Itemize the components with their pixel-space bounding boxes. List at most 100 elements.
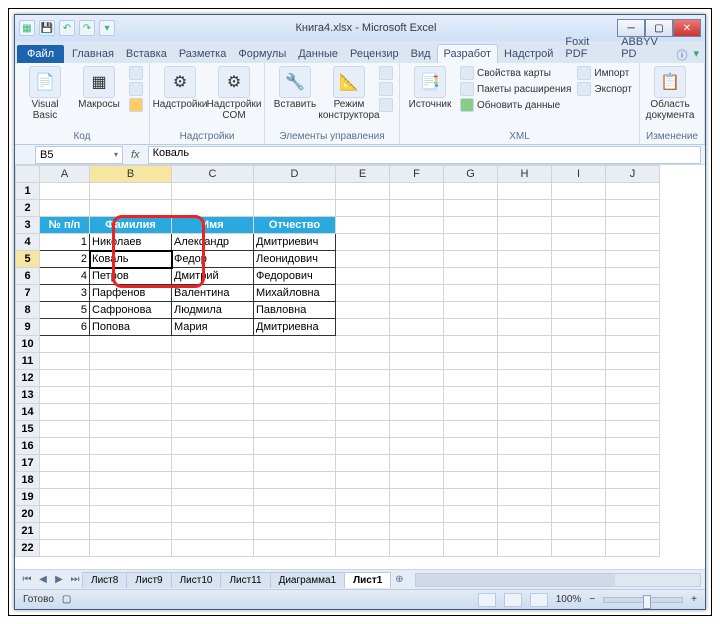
macro-record-icon[interactable]: ▢ xyxy=(62,594,71,605)
cell[interactable] xyxy=(90,540,172,557)
cell[interactable]: Дмитрий xyxy=(172,268,254,285)
sheet-nav-next[interactable]: ▶ xyxy=(51,572,67,588)
cell[interactable] xyxy=(606,370,660,387)
cell[interactable] xyxy=(390,540,444,557)
tab-formulas[interactable]: Формулы xyxy=(232,45,292,63)
cell[interactable] xyxy=(498,319,552,336)
formula-input[interactable]: Коваль xyxy=(148,146,701,164)
cell[interactable] xyxy=(444,421,498,438)
cell[interactable] xyxy=(172,540,254,557)
cell[interactable] xyxy=(552,387,606,404)
cell[interactable] xyxy=(336,506,390,523)
cell[interactable] xyxy=(40,438,90,455)
cell[interactable] xyxy=(444,200,498,217)
row-header[interactable]: 19 xyxy=(16,489,40,506)
cell[interactable] xyxy=(254,421,336,438)
cell[interactable] xyxy=(90,421,172,438)
cell[interactable] xyxy=(390,523,444,540)
row-header[interactable]: 14 xyxy=(16,404,40,421)
cell[interactable] xyxy=(40,183,90,200)
horizontal-scrollbar[interactable] xyxy=(415,573,701,587)
visual-basic-button[interactable]: 📄 Visual Basic xyxy=(21,66,69,121)
cell[interactable]: 1 xyxy=(40,234,90,251)
cell[interactable] xyxy=(172,438,254,455)
cell[interactable] xyxy=(336,183,390,200)
cell[interactable] xyxy=(552,370,606,387)
cell[interactable] xyxy=(606,455,660,472)
cell[interactable] xyxy=(498,251,552,268)
cell[interactable] xyxy=(552,234,606,251)
tab-review[interactable]: Рецензир xyxy=(344,45,405,63)
cell[interactable] xyxy=(172,200,254,217)
cell[interactable] xyxy=(336,387,390,404)
cell[interactable]: Дмитриевич xyxy=(254,234,336,251)
cell[interactable] xyxy=(606,438,660,455)
row-header[interactable]: 18 xyxy=(16,472,40,489)
cell[interactable] xyxy=(336,336,390,353)
cell[interactable] xyxy=(254,336,336,353)
cell[interactable] xyxy=(336,421,390,438)
cell[interactable] xyxy=(336,217,390,234)
cell[interactable] xyxy=(336,200,390,217)
cell[interactable] xyxy=(390,183,444,200)
zoom-out-button[interactable]: − xyxy=(589,594,595,605)
cell[interactable] xyxy=(172,472,254,489)
cell[interactable] xyxy=(336,455,390,472)
cell[interactable] xyxy=(444,268,498,285)
cell[interactable] xyxy=(444,404,498,421)
row-header[interactable]: 2 xyxy=(16,200,40,217)
select-all-corner[interactable] xyxy=(16,166,40,183)
sheet-tab[interactable]: Лист8 xyxy=(82,572,127,588)
cell[interactable] xyxy=(254,370,336,387)
cell[interactable] xyxy=(40,472,90,489)
cell[interactable]: Петров xyxy=(90,268,172,285)
ribbon-collapse-icon[interactable]: ▾ xyxy=(693,47,699,63)
cell[interactable] xyxy=(444,506,498,523)
cell[interactable] xyxy=(254,472,336,489)
cell[interactable]: Отчество xyxy=(254,217,336,234)
tab-data[interactable]: Данные xyxy=(292,45,344,63)
cell[interactable] xyxy=(172,523,254,540)
excel-icon[interactable]: ▦ xyxy=(19,20,35,36)
new-sheet-button[interactable]: ⊕ xyxy=(391,572,407,588)
cell[interactable] xyxy=(444,387,498,404)
cell[interactable] xyxy=(390,370,444,387)
tab-foxit[interactable]: Foxit PDF xyxy=(559,33,615,63)
row-header[interactable]: 12 xyxy=(16,370,40,387)
cell[interactable] xyxy=(40,455,90,472)
cell[interactable] xyxy=(552,438,606,455)
cell[interactable] xyxy=(336,489,390,506)
redo-icon[interactable]: ↷ xyxy=(79,20,95,36)
cell[interactable] xyxy=(552,200,606,217)
cell[interactable] xyxy=(498,353,552,370)
cell[interactable] xyxy=(552,472,606,489)
macros-button[interactable]: ▦ Макросы xyxy=(75,66,123,111)
cell[interactable]: Людмила xyxy=(172,302,254,319)
cell[interactable] xyxy=(390,404,444,421)
xml-source-button[interactable]: 📑 Источник xyxy=(406,66,454,111)
cell[interactable] xyxy=(444,489,498,506)
undo-icon[interactable]: ↶ xyxy=(59,20,75,36)
cell[interactable] xyxy=(390,336,444,353)
cell[interactable] xyxy=(444,353,498,370)
cell[interactable] xyxy=(552,285,606,302)
cell[interactable] xyxy=(172,353,254,370)
cell[interactable]: 4 xyxy=(40,268,90,285)
cell[interactable]: Мария xyxy=(172,319,254,336)
cell[interactable]: № п/п xyxy=(40,217,90,234)
cell[interactable] xyxy=(40,421,90,438)
cell[interactable]: Парфенов xyxy=(90,285,172,302)
cell[interactable] xyxy=(90,387,172,404)
help-icon[interactable]: ⓘ xyxy=(676,47,687,63)
macro-security-button[interactable] xyxy=(129,98,143,112)
cell[interactable] xyxy=(552,523,606,540)
addins-button[interactable]: ⚙ Надстройки xyxy=(156,66,204,111)
cell[interactable] xyxy=(444,455,498,472)
cell[interactable]: Федорович xyxy=(254,268,336,285)
cell[interactable] xyxy=(552,336,606,353)
worksheet-grid[interactable]: A B C D E F G H I J 123№ п/пФамилияИмяОт… xyxy=(15,165,705,569)
cell[interactable] xyxy=(606,302,660,319)
tab-layout[interactable]: Разметка xyxy=(173,45,233,63)
tab-view[interactable]: Вид xyxy=(405,45,437,63)
save-icon[interactable]: 💾 xyxy=(39,20,55,36)
